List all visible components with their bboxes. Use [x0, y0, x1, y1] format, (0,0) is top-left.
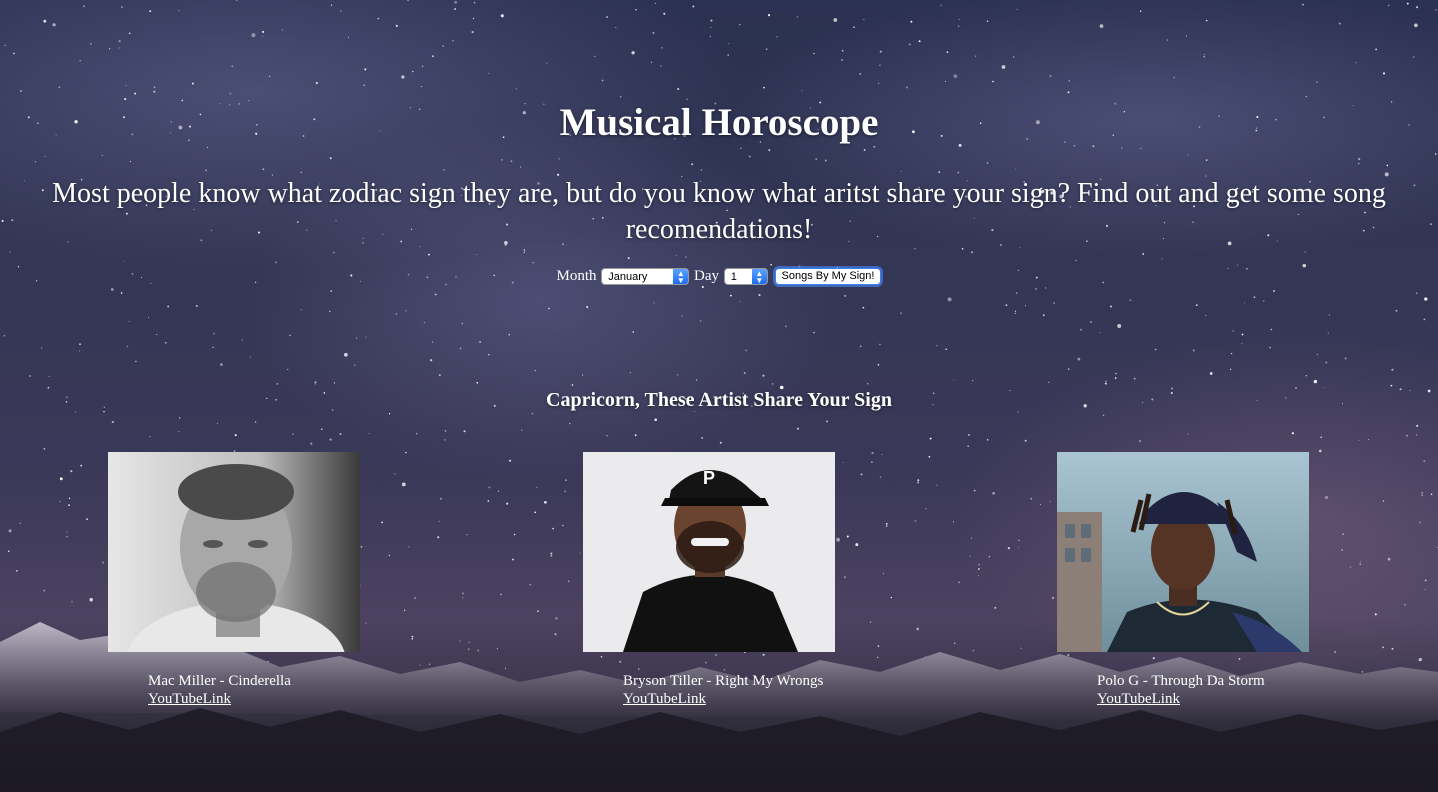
select-arrows-icon: ▲ ▼	[751, 269, 767, 285]
month-select-value: January	[608, 271, 648, 284]
artist-photo	[1057, 452, 1309, 652]
youtube-link[interactable]: YouTubeLink	[148, 691, 231, 707]
result-heading: Capricorn, These Artist Share Your Sign	[546, 389, 892, 411]
page: Musical Horoscope Most people know what …	[0, 0, 1438, 792]
artist-card: Polo G - Through Da Storm YouTubeLink	[1057, 452, 1309, 708]
artist-caption: Mac Miller - Cinderella YouTubeLink	[148, 672, 360, 708]
artist-card: P Bryson Tiller - Right My Wrongs YouTub…	[583, 452, 835, 708]
page-subtitle: Most people know what zodiac sign they a…	[52, 178, 1386, 245]
month-label: Month	[556, 268, 597, 285]
artist-card: Mac Miller - Cinderella YouTubeLink	[108, 452, 360, 708]
artist-caption: Polo G - Through Da Storm YouTubeLink	[1097, 672, 1309, 708]
page-title: Musical Horoscope	[559, 101, 879, 144]
artist-photo: P	[583, 452, 835, 652]
artist-photo	[108, 452, 360, 652]
artist-caption: Bryson Tiller - Right My Wrongs YouTubeL…	[623, 672, 835, 708]
day-select-value: 1	[730, 271, 737, 284]
day-select[interactable]: 1 ▲ ▼	[723, 268, 768, 286]
youtube-link[interactable]: YouTubeLink	[1097, 691, 1180, 707]
svg-text:P: P	[703, 468, 715, 488]
song-title: Polo G - Through Da Storm	[1097, 673, 1265, 689]
songs-by-my-sign-button[interactable]: Songs By My Sign!	[774, 268, 882, 286]
birthday-form: Month January ▲ ▼ Day 1 ▲ ▼ Songs By My Si…	[0, 268, 1438, 286]
day-label: Day	[694, 268, 720, 285]
song-title: Bryson Tiller - Right My Wrongs	[623, 673, 824, 689]
youtube-link[interactable]: YouTubeLink	[623, 691, 706, 707]
month-select[interactable]: January ▲ ▼	[601, 268, 690, 286]
song-title: Mac Miller - Cinderella	[148, 673, 291, 689]
select-arrows-icon: ▲ ▼	[673, 269, 689, 285]
